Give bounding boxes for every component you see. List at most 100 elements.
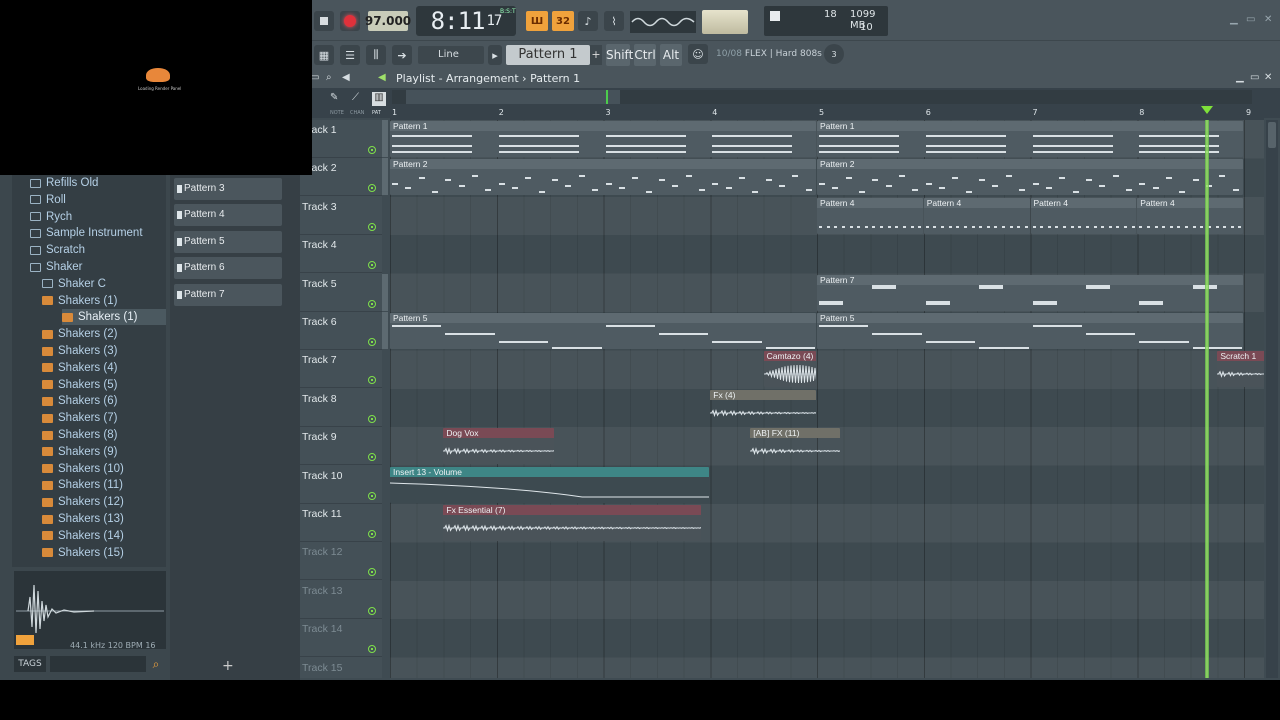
picker-pattern-item[interactable]: Pattern 4 (174, 204, 282, 227)
shift-key-button[interactable]: Shift (606, 44, 633, 66)
browser-item[interactable]: Rych (30, 209, 72, 225)
maximize-icon[interactable]: ▭ (1246, 14, 1258, 25)
track-header[interactable]: Track 7 (300, 350, 382, 389)
browser-item[interactable]: Shakers (12) (42, 494, 124, 510)
track-mute-led-icon[interactable] (368, 376, 376, 385)
picker-pattern-item[interactable]: Pattern 5 (174, 230, 282, 253)
playlist-view-icon[interactable]: ▦ (314, 45, 334, 65)
tab-chan[interactable]: CHAN (350, 110, 364, 116)
track-color-strip[interactable] (382, 120, 388, 157)
track-header[interactable]: Track 1 (300, 120, 388, 158)
pattern-add-button[interactable]: + (590, 45, 602, 65)
track-mute-led-icon[interactable] (368, 338, 376, 346)
track-color-strip[interactable] (382, 427, 388, 464)
browser-item[interactable]: Shaker (30, 259, 82, 275)
piano-icon[interactable]: ▥ (372, 92, 386, 106)
time-ruler[interactable]: 1 2 3 4 5 6 7 8 9 (390, 108, 1264, 120)
minimize-icon[interactable]: ▁ (1230, 14, 1242, 25)
channel-rack-icon[interactable]: ☰ (340, 45, 360, 65)
notification-icon[interactable]: 3 (824, 44, 844, 64)
track-header[interactable]: Track 3 (300, 197, 382, 235)
browser-item[interactable]: Shakers (15) (42, 545, 124, 561)
browser-item[interactable]: Shakers (5) (42, 377, 117, 393)
tab-note[interactable]: NOTE (330, 110, 344, 116)
track-color-strip[interactable] (382, 235, 388, 272)
track-mute-led-icon[interactable] (368, 146, 376, 154)
metronome-icon[interactable]: ♪ (578, 11, 598, 31)
browser-item[interactable]: Sample Instrument (30, 225, 143, 241)
zoom-icon[interactable]: ⌕ (326, 72, 340, 86)
playlist-clip[interactable]: Pattern 4 (923, 197, 1030, 234)
hint-face-icon[interactable]: ☺ (688, 44, 708, 64)
playlist-clip[interactable]: Pattern 5 (390, 313, 816, 349)
play-preview-button[interactable] (16, 635, 34, 645)
track-color-strip[interactable] (382, 312, 388, 349)
playlist-clip[interactable]: Pattern 2 (390, 159, 816, 196)
track-mute-led-icon[interactable] (368, 414, 376, 423)
ctrl-key-button[interactable]: Ctrl (634, 44, 656, 66)
tags-input[interactable] (50, 656, 146, 672)
track-color-strip[interactable] (382, 542, 388, 579)
playlist-clip[interactable]: Pattern 5 (817, 313, 1243, 349)
playlist-clip[interactable]: [AB] FX (11) (750, 428, 841, 464)
minimize-icon[interactable]: ▁ (1236, 72, 1250, 86)
track-mute-led-icon[interactable] (368, 184, 376, 193)
playlist-clip[interactable]: Pattern 4 (817, 197, 923, 234)
playlist-clip[interactable]: Pattern 1 (817, 121, 1243, 157)
playlist-clip[interactable]: Fx Essential (7) (443, 505, 701, 541)
track-mute-led-icon[interactable] (368, 645, 376, 654)
tags-label[interactable]: TAGS (14, 656, 46, 672)
track-color-strip[interactable] (382, 581, 388, 618)
track-header[interactable]: Track 10 (300, 466, 382, 504)
browser-item[interactable]: Shakers (1) (42, 293, 117, 309)
arrow-right-icon[interactable]: ➔ (392, 45, 412, 65)
track-mute-led-icon[interactable] (368, 491, 376, 500)
playhead[interactable] (1204, 120, 1209, 678)
track-header[interactable]: Track 11 (300, 504, 382, 542)
playlist-clip[interactable]: Camtazo (4) (763, 351, 816, 388)
browser-item[interactable]: Scratch (30, 242, 85, 258)
track-mute-led-icon[interactable] (368, 606, 376, 615)
playlist-clip[interactable]: Pattern 4 (1030, 197, 1137, 234)
browser-item[interactable]: Shakers (9) (42, 444, 117, 460)
arrangement-grid[interactable]: Pattern 1 Pattern 1 Pattern 2 Pattern 2 Patt… (390, 120, 1264, 678)
browser-item[interactable]: Roll (30, 192, 66, 208)
track-color-strip[interactable] (382, 273, 388, 311)
maximize-icon[interactable]: ▭ (1250, 72, 1264, 86)
track-color-strip[interactable] (382, 619, 388, 656)
browser-item[interactable]: Shakers (4) (42, 360, 117, 376)
browser-item[interactable]: Shakers (3) (42, 343, 117, 359)
browser-item[interactable]: Shakers (11) (42, 477, 123, 493)
pattern-prev-icon[interactable]: ▸ (488, 45, 502, 65)
speaker-icon[interactable]: ◀ (342, 72, 356, 86)
wait-icon[interactable]: ⌇ (604, 11, 624, 31)
track-header[interactable]: Track 5 (300, 273, 388, 312)
close-icon[interactable]: ✕ (1264, 14, 1276, 25)
browser-item[interactable]: Shakers (14) (42, 528, 124, 544)
playlist-clip[interactable]: Dog Vox (443, 428, 555, 465)
playlist-clip[interactable]: Pattern 4 (1137, 197, 1243, 234)
playlist-clip[interactable]: Pattern 7 (817, 274, 1243, 311)
sample-waveform-preview[interactable] (14, 571, 166, 649)
track-mute-led-icon[interactable] (368, 261, 376, 270)
track-color-strip[interactable] (382, 466, 388, 503)
alt-key-button[interactable]: Alt (660, 44, 682, 66)
playlist-clip[interactable]: Scratch 1 (1217, 351, 1264, 388)
browser-item[interactable]: Shakers (10) (42, 461, 124, 477)
track-mute-led-icon[interactable] (368, 222, 376, 231)
browser-item[interactable]: Refills Old (30, 175, 98, 191)
track-mute-led-icon[interactable] (368, 453, 376, 462)
track-header[interactable]: Track 14 (300, 619, 382, 658)
track-color-strip[interactable] (382, 350, 388, 387)
track-mute-led-icon[interactable] (368, 530, 376, 538)
track-header[interactable]: Track 8 (300, 389, 382, 427)
browser-item[interactable]: Shakers (1) (62, 309, 166, 326)
track-color-strip[interactable] (382, 197, 388, 234)
track-color-strip[interactable] (382, 504, 388, 541)
picker-pattern-item[interactable]: Pattern 7 (174, 283, 282, 306)
record-button[interactable] (340, 11, 360, 31)
paint-icon[interactable]: ⟋ (352, 92, 366, 106)
vertical-scroll-thumb[interactable] (1268, 122, 1276, 148)
master-volume-meter[interactable] (702, 10, 748, 34)
pattern-mode-button[interactable]: Ш (526, 11, 548, 31)
